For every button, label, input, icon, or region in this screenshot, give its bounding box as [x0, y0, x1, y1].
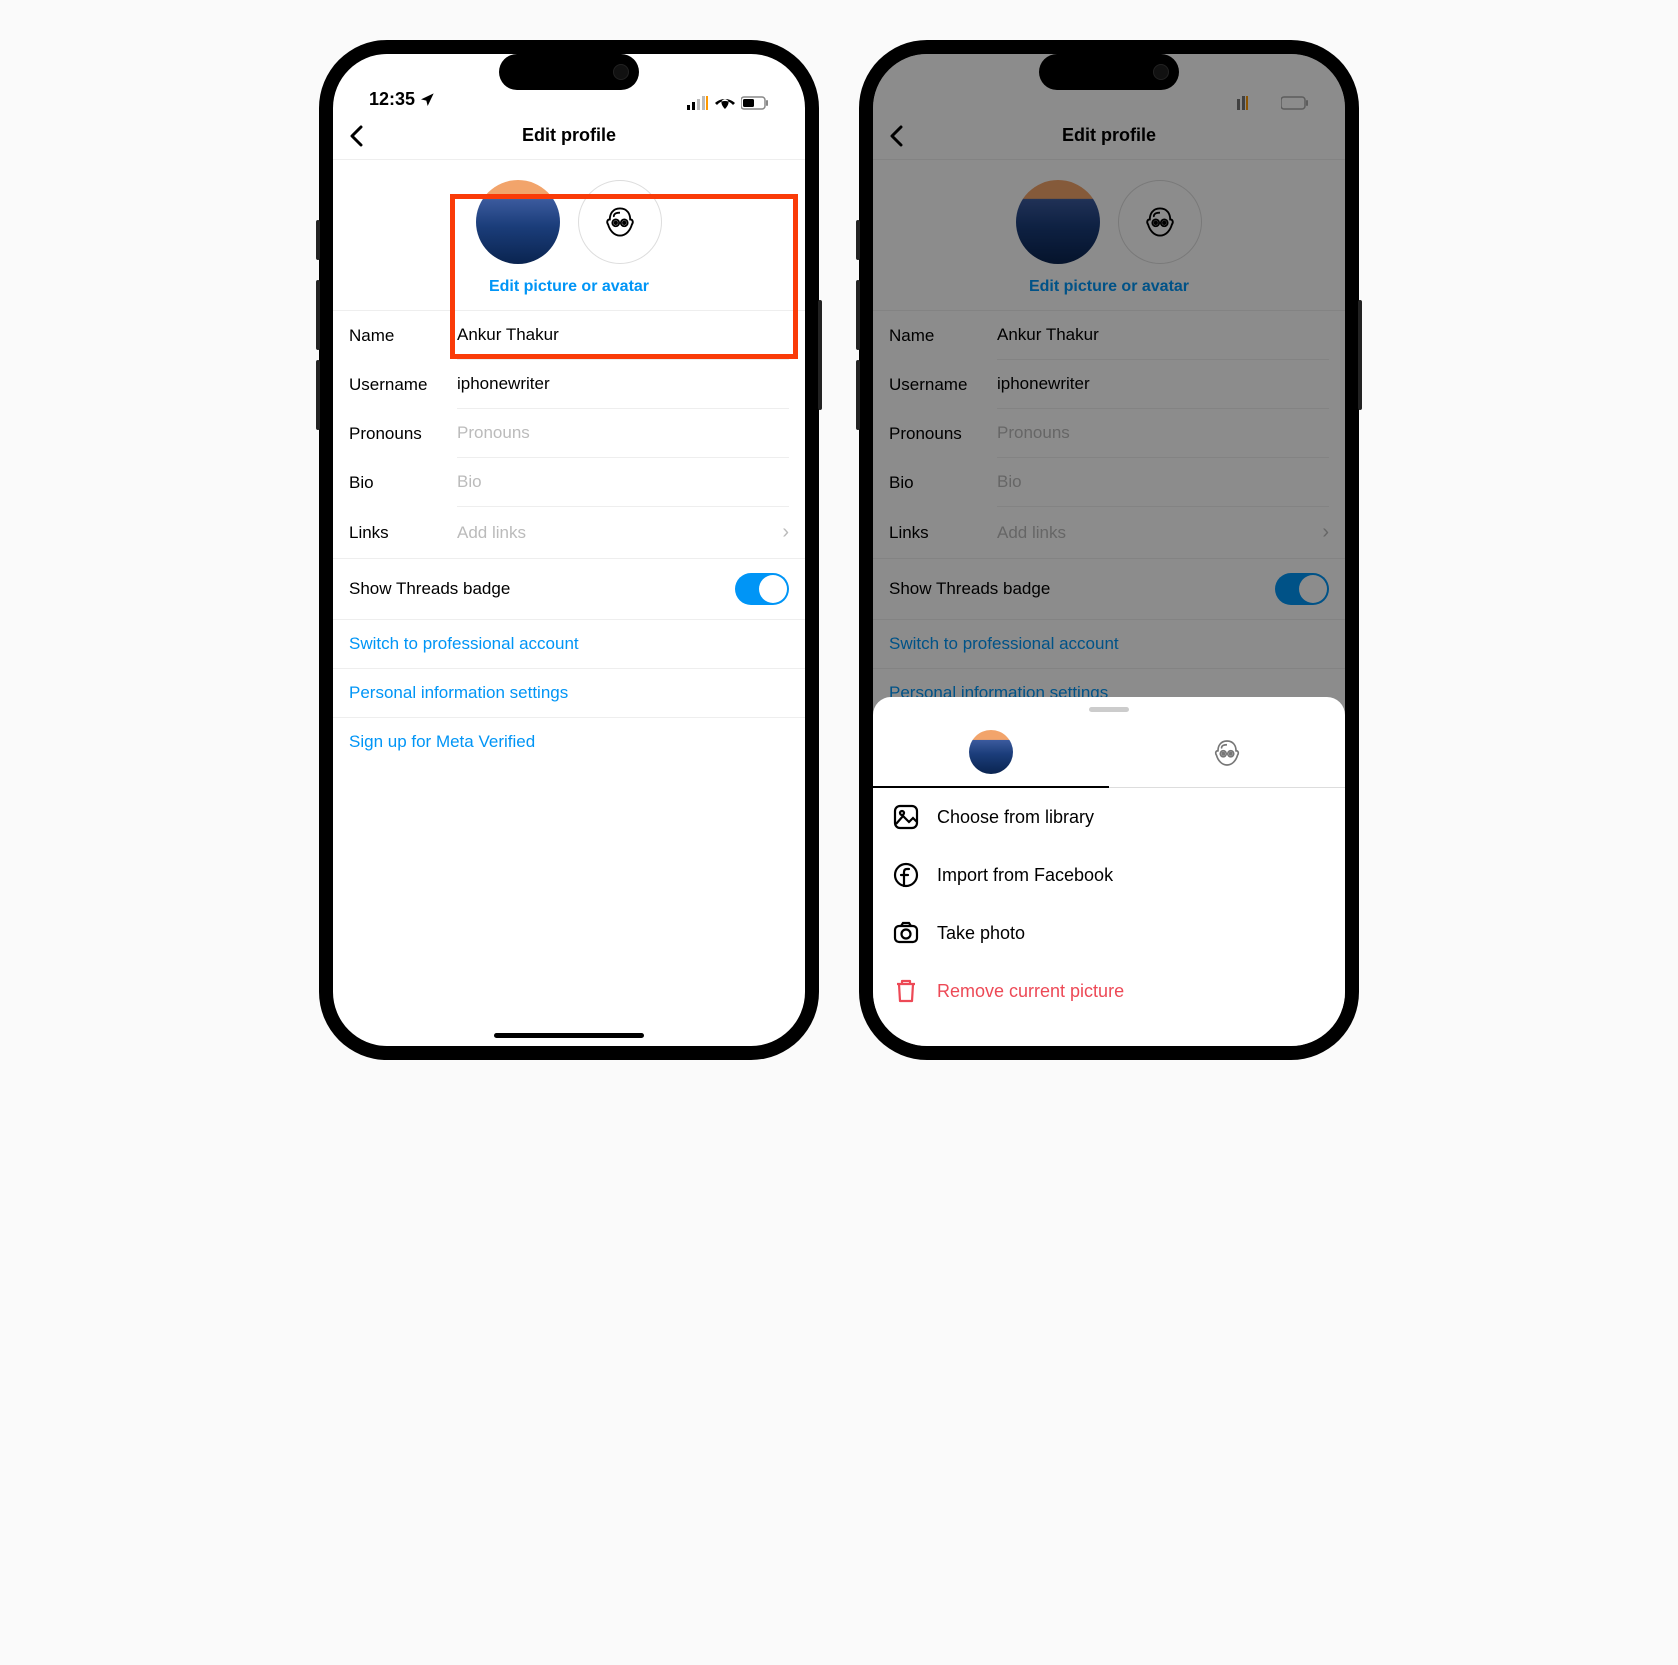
status-time: 12:35	[369, 89, 415, 110]
back-button[interactable]	[349, 125, 365, 147]
bio-row[interactable]: Bio Bio	[333, 458, 805, 507]
name-value: Ankur Thakur	[457, 325, 559, 344]
bio-label: Bio	[349, 473, 457, 493]
photo-options-sheet: Choose from library Import from Facebook…	[873, 697, 1345, 1046]
dynamic-island	[499, 54, 639, 90]
username-label: Username	[349, 375, 457, 395]
pronouns-placeholder: Pronouns	[457, 423, 530, 442]
dynamic-island	[1039, 54, 1179, 90]
location-icon	[419, 92, 435, 108]
battery-icon	[741, 96, 769, 110]
phone-frame-left: 12:35	[319, 40, 819, 1060]
links-row[interactable]: Links Add links ›	[333, 507, 805, 559]
cellular-icon	[687, 96, 709, 110]
profile-picture-thumb	[969, 730, 1013, 774]
profile-picture[interactable]	[476, 180, 560, 264]
choose-library-row[interactable]: Choose from library	[873, 788, 1345, 846]
avatar-option[interactable]	[578, 180, 662, 264]
facebook-icon	[893, 862, 919, 888]
bio-placeholder: Bio	[457, 472, 482, 491]
username-value: iphonewriter	[457, 374, 550, 393]
pronouns-row[interactable]: Pronouns Pronouns	[333, 409, 805, 458]
remove-picture-row[interactable]: Remove current picture	[873, 962, 1345, 1020]
chevron-right-icon: ›	[782, 521, 789, 544]
threads-badge-toggle[interactable]	[735, 573, 789, 605]
sheet-tab-avatar[interactable]	[1109, 722, 1345, 787]
import-facebook-row[interactable]: Import from Facebook	[873, 846, 1345, 904]
name-label: Name	[349, 326, 457, 346]
choose-library-label: Choose from library	[937, 807, 1094, 828]
sheet-handle[interactable]	[1089, 707, 1129, 712]
name-row[interactable]: Name Ankur Thakur	[333, 311, 805, 360]
photo-library-icon	[893, 804, 919, 830]
threads-badge-label: Show Threads badge	[349, 579, 510, 599]
take-photo-row[interactable]: Take photo	[873, 904, 1345, 962]
pronouns-label: Pronouns	[349, 424, 457, 444]
edit-picture-link[interactable]: Edit picture or avatar	[489, 278, 649, 296]
avatar-section: Edit picture or avatar	[333, 160, 805, 311]
home-indicator[interactable]	[494, 1033, 644, 1038]
threads-badge-row: Show Threads badge	[333, 559, 805, 620]
remove-picture-label: Remove current picture	[937, 981, 1124, 1002]
import-facebook-label: Import from Facebook	[937, 865, 1113, 886]
camera-icon	[893, 920, 919, 946]
phone-frame-right: 12:35	[859, 40, 1359, 1060]
wifi-icon	[715, 96, 735, 110]
trash-icon	[893, 978, 919, 1004]
meta-verified-link[interactable]: Sign up for Meta Verified	[333, 718, 805, 766]
personal-info-link[interactable]: Personal information settings	[333, 669, 805, 718]
sheet-tab-photo[interactable]	[873, 722, 1109, 788]
links-label: Links	[349, 523, 457, 543]
switch-professional-link[interactable]: Switch to professional account	[333, 620, 805, 669]
nav-bar: Edit profile	[333, 112, 805, 160]
links-placeholder: Add links	[457, 523, 782, 543]
page-title: Edit profile	[522, 125, 616, 146]
username-row[interactable]: Username iphonewriter	[333, 360, 805, 409]
take-photo-label: Take photo	[937, 923, 1025, 944]
